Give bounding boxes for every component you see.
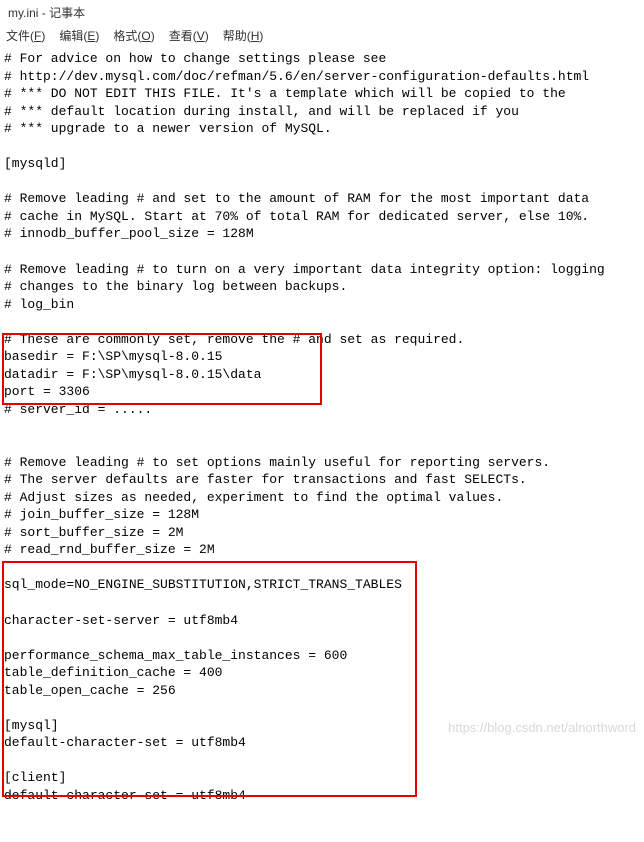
- menu-bar: 文件(F) 编辑(E) 格式(O) 查看(V) 帮助(H): [0, 25, 644, 48]
- line: # read_rnd_buffer_size = 2M: [4, 542, 215, 557]
- line: # sort_buffer_size = 2M: [4, 525, 183, 540]
- line: # log_bin: [4, 297, 74, 312]
- line: # Remove leading # to set options mainly…: [4, 455, 550, 470]
- window-title: my.ini - 记事本: [8, 6, 85, 20]
- line: # changes to the binary log between back…: [4, 279, 347, 294]
- editor-area[interactable]: # For advice on how to change settings p…: [0, 48, 644, 842]
- line: # For advice on how to change settings p…: [4, 51, 386, 66]
- line: # server_id = .....: [4, 402, 152, 417]
- line: datadir = F:\SP\mysql-8.0.15\data: [4, 367, 261, 382]
- menu-help[interactable]: 帮助(H): [223, 27, 264, 44]
- line: # innodb_buffer_pool_size = 128M: [4, 226, 254, 241]
- line: default-character-set = utf8mb4: [4, 788, 246, 803]
- line: # Remove leading # to turn on a very imp…: [4, 262, 605, 277]
- line: # join_buffer_size = 128M: [4, 507, 199, 522]
- line: default-character-set = utf8mb4: [4, 735, 246, 750]
- line: # *** upgrade to a newer version of MySQ…: [4, 121, 332, 136]
- line: # These are commonly set, remove the # a…: [4, 332, 464, 347]
- line: performance_schema_max_table_instances =…: [4, 648, 347, 663]
- menu-format[interactable]: 格式(O): [113, 27, 154, 44]
- line: # The server defaults are faster for tra…: [4, 472, 527, 487]
- line: # http://dev.mysql.com/doc/refman/5.6/en…: [4, 69, 589, 84]
- line: # *** default location during install, a…: [4, 104, 519, 119]
- line: basedir = F:\SP\mysql-8.0.15: [4, 349, 222, 364]
- line: sql_mode=NO_ENGINE_SUBSTITUTION,STRICT_T…: [4, 577, 402, 592]
- window-titlebar: my.ini - 记事本: [0, 0, 644, 25]
- line: character-set-server = utf8mb4: [4, 613, 238, 628]
- line: table_definition_cache = 400: [4, 665, 222, 680]
- line: # Adjust sizes as needed, experiment to …: [4, 490, 503, 505]
- menu-view[interactable]: 查看(V): [169, 27, 209, 44]
- line: [mysql]: [4, 718, 59, 733]
- menu-file[interactable]: 文件(F): [6, 27, 45, 44]
- line: # *** DO NOT EDIT THIS FILE. It's a temp…: [4, 86, 566, 101]
- line: # cache in MySQL. Start at 70% of total …: [4, 209, 589, 224]
- line: # Remove leading # and set to the amount…: [4, 191, 589, 206]
- line: table_open_cache = 256: [4, 683, 176, 698]
- line: [mysqld]: [4, 156, 66, 171]
- menu-edit[interactable]: 编辑(E): [59, 27, 99, 44]
- line: port = 3306: [4, 384, 90, 399]
- line: [client]: [4, 770, 66, 785]
